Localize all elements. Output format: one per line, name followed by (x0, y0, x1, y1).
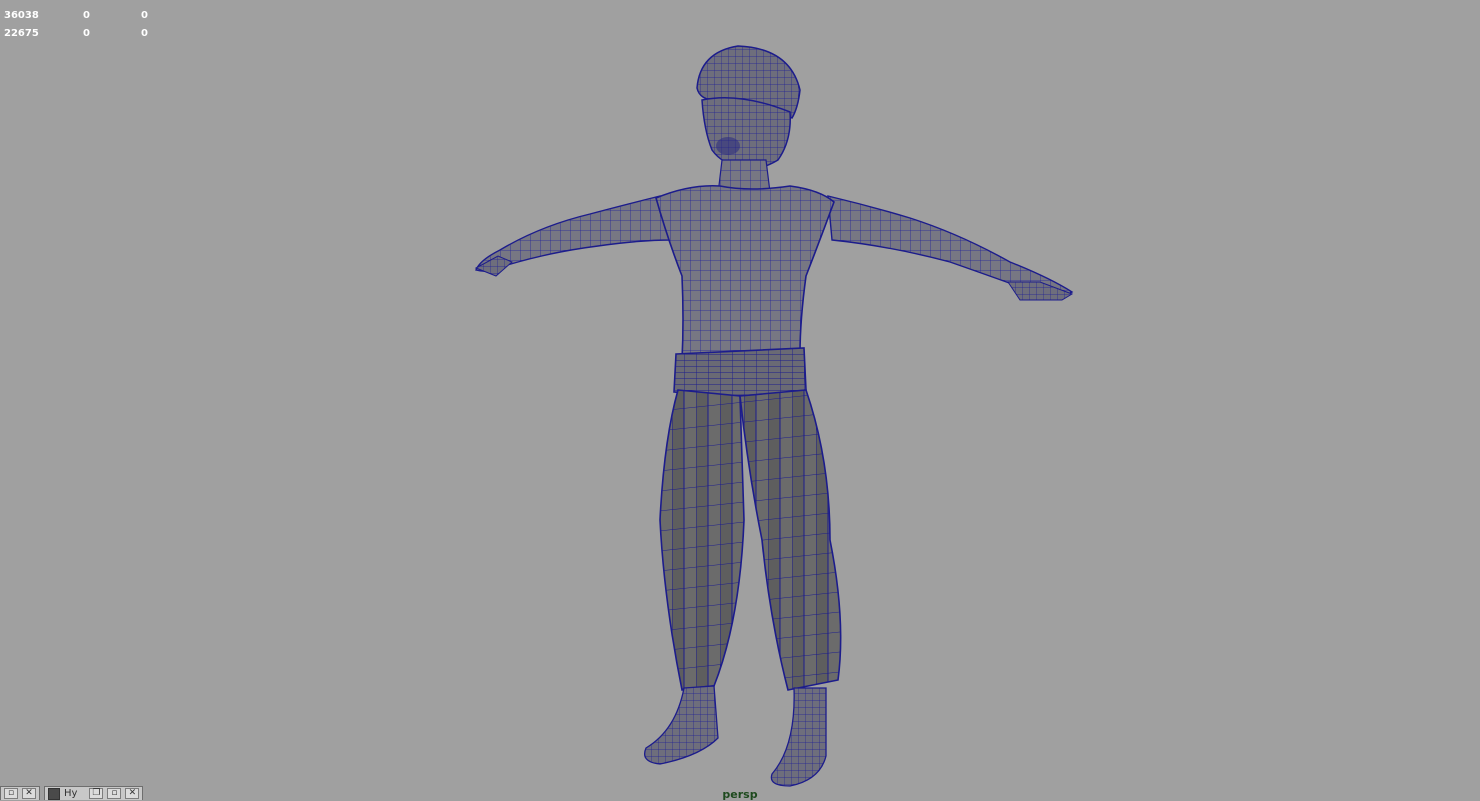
right-foot (770, 687, 827, 787)
waist-sash (673, 347, 807, 397)
maximize-icon[interactable]: ▫ (107, 788, 122, 799)
pants-left-leg (659, 389, 745, 691)
window-title: Hy (64, 788, 78, 799)
minimized-window-2[interactable]: Hy ❐ ▫ ✕ (44, 786, 144, 800)
restore-icon[interactable]: ▫ (4, 788, 18, 799)
minimized-window-1[interactable]: ▫ ✕ (0, 786, 40, 800)
close-icon[interactable]: ✕ (125, 788, 140, 799)
minimized-windows-bar: ▫ ✕ Hy ❐ ▫ ✕ (0, 786, 144, 800)
close-icon[interactable]: ✕ (22, 788, 36, 799)
torso (655, 184, 835, 361)
camera-label: persp (722, 788, 758, 801)
maya-app-icon (48, 787, 60, 800)
pants-right-leg (739, 389, 842, 691)
perspective-viewport[interactable]: 40378 0 0 36038 0 0 22675 0 0 (0, 0, 1480, 801)
head (701, 96, 791, 170)
restore-down-icon[interactable]: ❐ (89, 788, 104, 799)
right-arm (827, 195, 1074, 301)
left-foot (643, 685, 719, 765)
character-wireframe-model[interactable] (0, 0, 1480, 800)
left-arm (474, 195, 673, 277)
